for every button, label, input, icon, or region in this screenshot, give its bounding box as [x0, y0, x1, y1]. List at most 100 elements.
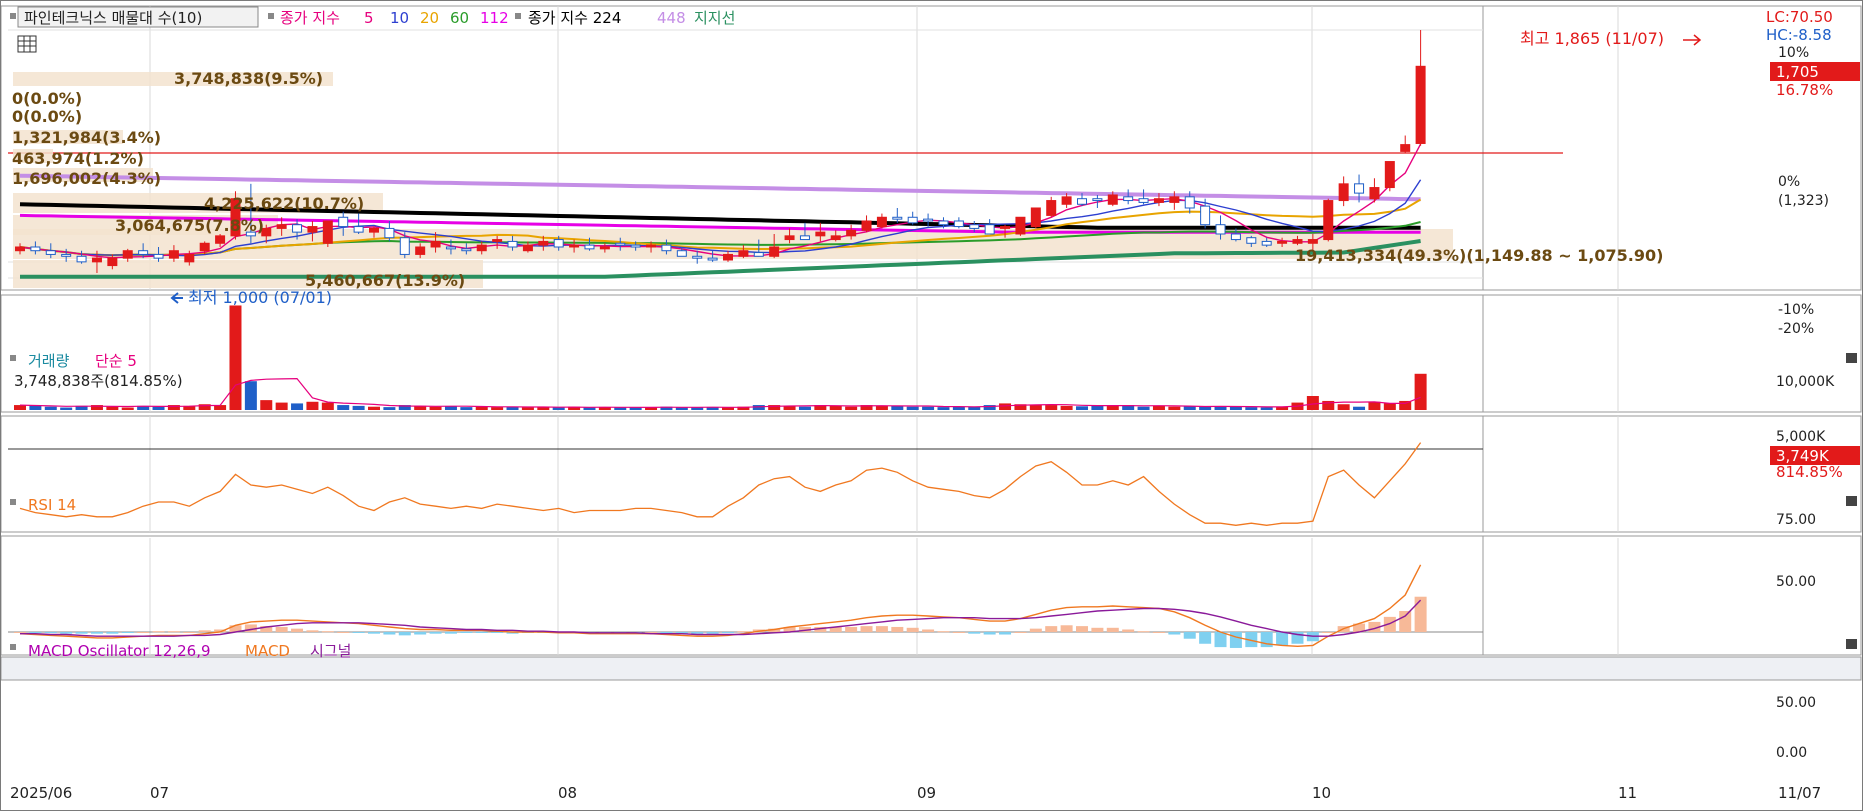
macd-oscillator-bar[interactable]: [737, 631, 750, 633]
volume-bar[interactable]: [1029, 405, 1042, 410]
macd-oscillator-bar[interactable]: [1214, 632, 1227, 648]
candle-body[interactable]: [430, 240, 441, 248]
macd-oscillator-bar[interactable]: [198, 630, 211, 632]
macd-oscillator-bar[interactable]: [306, 630, 319, 632]
candle-body[interactable]: [799, 235, 810, 241]
macd-oscillator-bar[interactable]: [691, 632, 704, 634]
macd-oscillator-bar[interactable]: [1091, 627, 1104, 632]
macd-oscillator-bar[interactable]: [1199, 632, 1212, 644]
volume-bar[interactable]: [444, 406, 457, 410]
panel-close-icon[interactable]: [1846, 639, 1857, 649]
volume-bar[interactable]: [29, 405, 42, 410]
volume-bar[interactable]: [383, 407, 396, 410]
candle-body[interactable]: [415, 246, 426, 255]
macd-oscillator-bar[interactable]: [121, 632, 134, 633]
candle-body[interactable]: [30, 246, 41, 252]
candle-body[interactable]: [522, 244, 533, 252]
candle-body[interactable]: [553, 239, 564, 248]
candle-body[interactable]: [861, 220, 872, 231]
macd-oscillator-bar[interactable]: [937, 631, 950, 633]
candle-body[interactable]: [876, 216, 887, 228]
candle-body[interactable]: [1200, 205, 1211, 226]
volume-bar[interactable]: [1353, 406, 1366, 410]
candle-body[interactable]: [138, 250, 149, 255]
candle-body[interactable]: [215, 235, 226, 244]
candle-body[interactable]: [1046, 200, 1057, 216]
candle-body[interactable]: [599, 246, 610, 250]
macd-oscillator-bar[interactable]: [968, 632, 981, 634]
volume-bar[interactable]: [1337, 404, 1350, 410]
macd-oscillator-bar[interactable]: [906, 627, 919, 632]
volume-bar[interactable]: [1168, 406, 1181, 410]
volume-bar[interactable]: [999, 403, 1012, 410]
macd-oscillator-bar[interactable]: [1183, 632, 1196, 639]
candle-body[interactable]: [646, 244, 657, 248]
candle-body[interactable]: [1015, 216, 1026, 235]
macd-oscillator-bar[interactable]: [1137, 631, 1150, 633]
macd-oscillator-bar[interactable]: [1322, 632, 1335, 633]
macd-oscillator-bar[interactable]: [1014, 632, 1027, 633]
volume-bar[interactable]: [244, 381, 257, 410]
candle-body[interactable]: [723, 253, 733, 261]
macd-oscillator-bar[interactable]: [1076, 626, 1088, 632]
candle-body[interactable]: [1030, 207, 1041, 228]
volume-bar[interactable]: [875, 405, 888, 410]
candle-body[interactable]: [1384, 161, 1395, 189]
volume-bar[interactable]: [798, 406, 811, 410]
candle-body[interactable]: [1230, 233, 1241, 241]
macd-oscillator-bar[interactable]: [875, 626, 888, 632]
candle-body[interactable]: [15, 246, 25, 252]
volume-bar[interactable]: [1306, 396, 1319, 410]
candle-body[interactable]: [938, 220, 949, 226]
candle-body[interactable]: [461, 248, 472, 252]
macd-oscillator-bar[interactable]: [1229, 632, 1242, 648]
candle-body[interactable]: [1400, 144, 1411, 152]
candle-body[interactable]: [1153, 198, 1164, 203]
candle-body[interactable]: [1354, 183, 1365, 194]
candle-body[interactable]: [399, 237, 410, 255]
macd-oscillator-bar[interactable]: [14, 632, 26, 633]
candle-body[interactable]: [153, 253, 164, 259]
volume-bar[interactable]: [614, 407, 627, 410]
candle-body[interactable]: [1169, 196, 1180, 203]
candle-body[interactable]: [184, 253, 195, 263]
candle-body[interactable]: [1277, 240, 1288, 244]
candle-body[interactable]: [661, 244, 672, 252]
candle-body[interactable]: [953, 220, 964, 228]
candle-body[interactable]: [492, 239, 503, 242]
volume-bar[interactable]: [1383, 403, 1396, 410]
macd-oscillator-bar[interactable]: [706, 632, 719, 634]
volume-bar[interactable]: [1060, 405, 1073, 410]
volume-bar[interactable]: [229, 305, 242, 410]
candle-body[interactable]: [969, 224, 980, 229]
macd-oscillator-bar[interactable]: [106, 632, 119, 634]
volume-bar[interactable]: [306, 401, 319, 410]
macd-oscillator-bar[interactable]: [999, 632, 1012, 635]
panel-close-icon[interactable]: [1846, 496, 1857, 506]
candle-body[interactable]: [769, 246, 780, 257]
volume-bar[interactable]: [521, 407, 534, 410]
candle-body[interactable]: [1092, 198, 1103, 202]
macd-oscillator-bar[interactable]: [891, 626, 904, 632]
volume-bar[interactable]: [337, 405, 350, 410]
macd-oscillator-bar[interactable]: [398, 632, 411, 636]
candle-body[interactable]: [1215, 224, 1226, 235]
macd-oscillator-bar[interactable]: [183, 632, 196, 633]
candle-body[interactable]: [199, 242, 210, 252]
macd-oscillator-bar[interactable]: [922, 629, 935, 632]
volume-bar[interactable]: [922, 406, 935, 410]
stock-chart[interactable]: 파인테크닉스 매물대 수(10) 종가 지수 5 10 20 60 112 종가 지수 224…: [0, 0, 1863, 811]
macd-oscillator-bar[interactable]: [1060, 625, 1073, 632]
volume-bar[interactable]: [552, 407, 565, 410]
candle-body[interactable]: [907, 216, 918, 224]
candle-body[interactable]: [569, 244, 580, 248]
volume-bar[interactable]: [906, 406, 919, 410]
volume-bar[interactable]: [583, 407, 596, 410]
macd-oscillator-bar[interactable]: [1276, 632, 1289, 646]
panel-close-icon[interactable]: [1846, 353, 1857, 363]
volume-bar[interactable]: [152, 406, 165, 410]
volume-bar[interactable]: [845, 406, 858, 410]
macd-oscillator-bar[interactable]: [491, 632, 504, 633]
macd-oscillator-bar[interactable]: [1414, 596, 1427, 632]
candle-body[interactable]: [984, 224, 995, 235]
